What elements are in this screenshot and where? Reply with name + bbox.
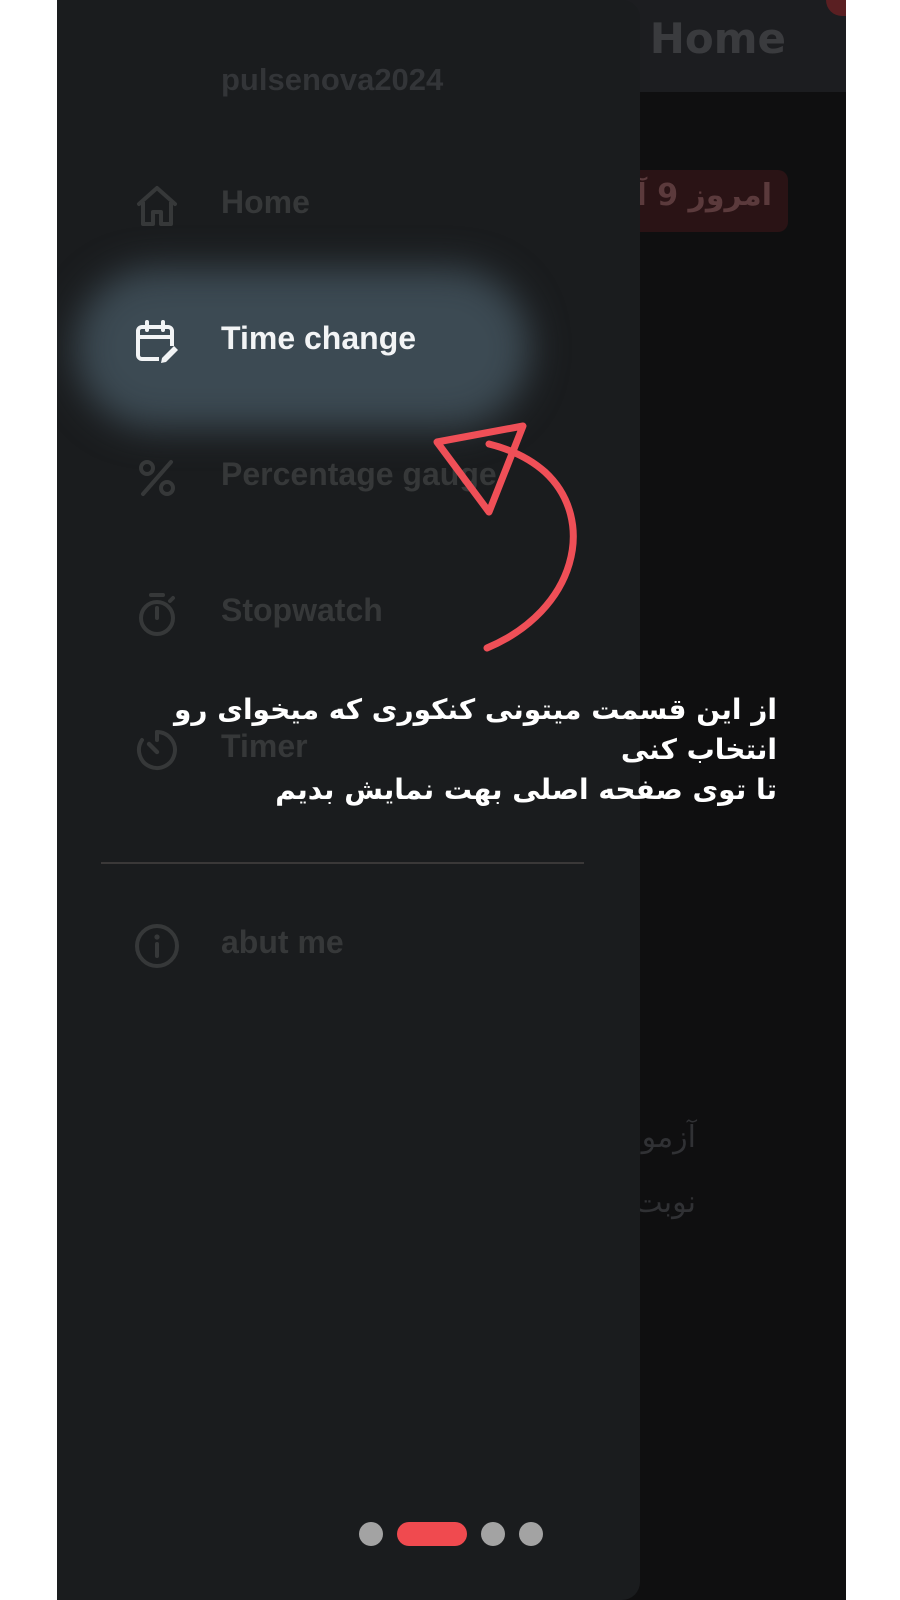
nav-item-stopwatch[interactable]: Stopwatch <box>57 574 640 654</box>
percent-icon <box>139 460 175 496</box>
tutorial-tip: از این قسمت میتونی کنکوری که میخوای رو ا… <box>77 690 777 810</box>
nav-item-about[interactable]: abut me <box>57 906 640 986</box>
page-dot-1[interactable] <box>359 1522 383 1546</box>
nav-item-percentage-gauge[interactable]: Percentage gauge <box>57 438 640 518</box>
stopwatch-icon <box>139 593 175 636</box>
page-indicator <box>57 1522 846 1552</box>
nav-item-time-change[interactable]: Time change <box>57 302 640 382</box>
page-dot-2-active[interactable] <box>397 1522 467 1546</box>
nav-item-home[interactable]: Home <box>57 166 640 246</box>
page-dot-4[interactable] <box>519 1522 543 1546</box>
nav-item-label: Stopwatch <box>221 592 383 628</box>
tutorial-tip-line: از این قسمت میتونی کنکوری که میخوای رو ا… <box>174 693 777 766</box>
nav-item-label: Home <box>221 184 310 220</box>
turn-label: نوبت <box>634 1185 696 1220</box>
nav-item-label: abut me <box>221 924 344 960</box>
tutorial-tip-line: تا توی صفحه اصلی بهت نمایش بدیم <box>275 773 777 806</box>
drawer-username: pulsenova2024 <box>221 62 444 97</box>
page-dot-3[interactable] <box>481 1522 505 1546</box>
page-title: Home <box>649 14 786 63</box>
calendar-edit-icon <box>136 320 181 366</box>
info-icon <box>135 924 179 968</box>
phone-screen: Home امروز 9 آذر آزمون نوبت pulsenova202… <box>57 0 846 1600</box>
nav-item-label: Time change <box>221 320 417 356</box>
home-icon <box>137 186 177 226</box>
nav-item-label: Percentage gauge <box>221 456 497 492</box>
drawer-divider <box>101 862 584 864</box>
